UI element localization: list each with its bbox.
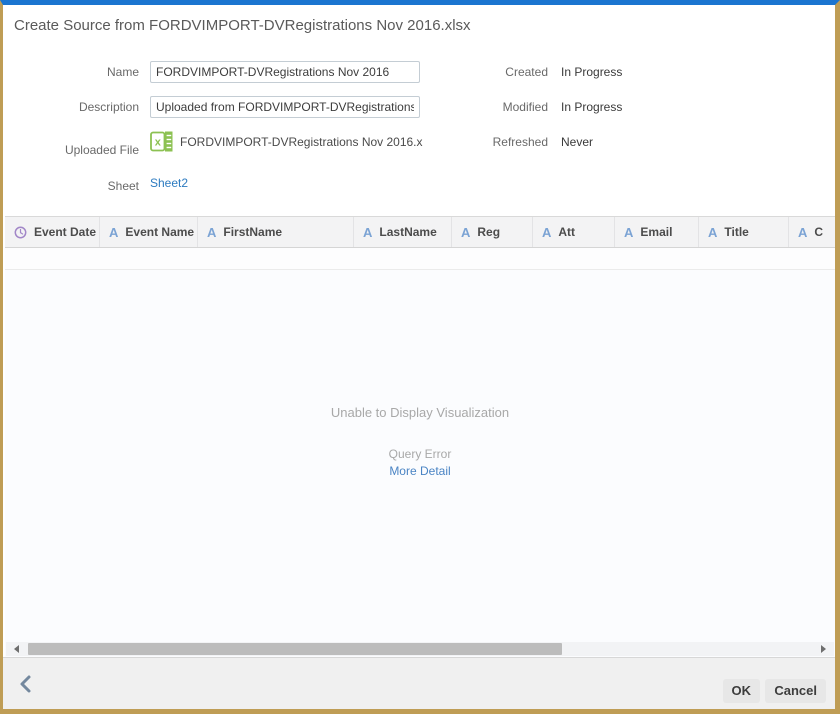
column-header-firstname[interactable]: A FirstName <box>197 217 353 247</box>
column-label: Att <box>558 225 575 239</box>
visualization-error-message: Unable to Display Visualization Query Er… <box>5 405 835 478</box>
description-label: Description <box>3 100 139 114</box>
column-header-reg[interactable]: A Reg <box>451 217 532 247</box>
text-attribute-icon: A <box>708 226 717 239</box>
column-header-event-name[interactable]: A Event Name <box>99 217 197 247</box>
back-button[interactable] <box>17 673 37 695</box>
dialog-footer: OK Cancel <box>3 657 835 709</box>
text-attribute-icon: A <box>798 226 807 239</box>
scroll-left-arrow-icon[interactable] <box>14 645 19 653</box>
column-label: Email <box>640 225 672 239</box>
scroll-right-arrow-icon[interactable] <box>821 645 826 653</box>
refreshed-value: Never <box>561 135 593 149</box>
column-header-event-date[interactable]: Event Date <box>5 217 99 247</box>
uploaded-file-row: x FORDVIMPORT-DVRegistrations Nov 2016.x <box>150 131 423 152</box>
column-label: Event Name <box>125 225 194 239</box>
created-value: In Progress <box>561 65 622 79</box>
table-header-row: Event Date A Event Name A FirstName A La… <box>5 217 835 248</box>
column-header-partial[interactable]: A C <box>788 217 835 247</box>
horizontal-scrollbar <box>6 642 834 656</box>
modified-label: Modified <box>443 100 548 114</box>
text-attribute-icon: A <box>109 226 118 239</box>
scrollbar-thumb[interactable] <box>28 643 562 655</box>
text-attribute-icon: A <box>461 226 470 239</box>
uploaded-file-label: Uploaded File <box>3 143 139 157</box>
data-preview-panel: Event Date A Event Name A FirstName A La… <box>5 216 835 658</box>
column-label: LastName <box>379 225 436 239</box>
error-subtitle: Query Error <box>5 447 835 461</box>
sheet-select-link[interactable]: Sheet2 <box>150 176 188 190</box>
dialog-title: Create Source from FORDVIMPORT-DVRegistr… <box>14 17 471 34</box>
column-header-att[interactable]: A Att <box>532 217 614 247</box>
text-attribute-icon: A <box>207 226 216 239</box>
ok-button[interactable]: OK <box>723 679 761 703</box>
error-title: Unable to Display Visualization <box>5 405 835 420</box>
created-label: Created <box>443 65 548 79</box>
text-attribute-icon: A <box>542 226 551 239</box>
svg-text:x: x <box>155 137 162 149</box>
column-label: Event Date <box>34 225 96 239</box>
name-input[interactable] <box>150 61 420 83</box>
column-label: Reg <box>477 225 500 239</box>
column-label: FirstName <box>223 225 282 239</box>
uploaded-file-name: FORDVIMPORT-DVRegistrations Nov 2016.x <box>180 135 423 149</box>
clock-icon <box>14 226 27 239</box>
refreshed-label: Refreshed <box>443 135 548 149</box>
text-attribute-icon: A <box>363 226 372 239</box>
description-input[interactable] <box>150 96 420 118</box>
excel-file-icon: x <box>150 131 173 152</box>
name-label: Name <box>3 65 139 79</box>
create-source-dialog: Create Source from FORDVIMPORT-DVRegistr… <box>0 0 840 714</box>
sheet-label: Sheet <box>3 179 139 193</box>
column-header-lastname[interactable]: A LastName <box>353 217 451 247</box>
text-attribute-icon: A <box>624 226 633 239</box>
modified-value: In Progress <box>561 100 622 114</box>
table-empty-row <box>5 248 835 270</box>
cancel-button[interactable]: Cancel <box>765 679 826 703</box>
more-detail-link[interactable]: More Detail <box>5 464 835 478</box>
column-label: C <box>814 225 823 239</box>
column-header-title[interactable]: A Title <box>698 217 788 247</box>
column-label: Title <box>724 225 748 239</box>
column-header-email[interactable]: A Email <box>614 217 698 247</box>
